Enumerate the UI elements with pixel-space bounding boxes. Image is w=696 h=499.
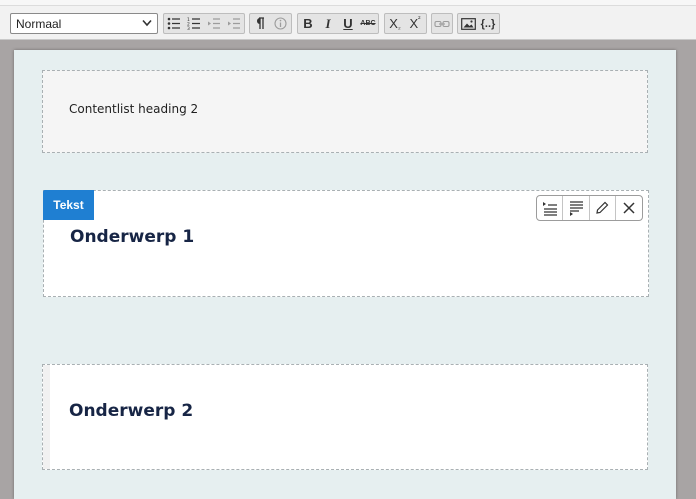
placeholder-icon[interactable]: {..} [478,14,498,33]
insert-button-group: {..} [457,13,500,34]
svg-text:3: 3 [187,26,190,30]
content-block-heading[interactable]: Contentlist heading 2 [42,70,648,153]
block-type-badge: Tekst [43,190,94,220]
format-select-value: Normaal [16,17,62,31]
italic-button[interactable]: I [318,14,338,33]
pilcrow-icon[interactable] [250,14,270,33]
align-left-icon[interactable] [537,196,564,220]
section-heading-2: Onderwerp 2 [69,401,194,421]
block-button-group [249,13,292,34]
bulleted-list-icon[interactable] [164,14,184,33]
chevron-down-icon [142,19,152,27]
link-icon[interactable] [432,14,452,33]
script-button-group: X₂ X² [384,13,427,34]
link-button-group [431,13,453,34]
contentlist-heading-text: Contentlist heading 2 [69,102,199,116]
toolbar-top-strip [0,0,696,6]
style-button-group: B I U ABC [297,13,379,34]
subscript-mark: ₂ [397,24,401,31]
info-icon[interactable] [270,14,290,33]
superscript-button[interactable]: X² [405,14,425,33]
underline-button[interactable]: U [338,14,358,33]
increase-indent-icon[interactable] [224,14,244,33]
bold-button[interactable]: B [298,14,318,33]
pencil-icon[interactable] [590,196,616,220]
superscript-mark: ² [418,16,421,23]
list-button-group: 123 [163,13,245,34]
decrease-indent-icon[interactable] [204,14,224,33]
align-right-icon[interactable] [563,196,590,220]
image-icon[interactable] [458,14,478,33]
format-select[interactable]: Normaal [10,13,158,34]
numbered-list-icon[interactable]: 123 [184,14,204,33]
section-heading-1: Onderwerp 1 [70,227,195,247]
editor-toolbar: Normaal 123 B I U ABC X₂ X² {..} [0,0,696,40]
editor-canvas[interactable]: Contentlist heading 2 Onderwerp 1 Tekst … [14,50,676,499]
subscript-button[interactable]: X₂ [385,14,405,33]
subscript-label: X [389,16,398,31]
superscript-label: X [409,16,419,31]
strikethrough-button[interactable]: ABC [358,14,378,33]
content-block-text[interactable]: Onderwerp 2 [42,364,648,470]
close-icon[interactable] [616,196,642,220]
block-inline-toolbar [536,195,643,221]
